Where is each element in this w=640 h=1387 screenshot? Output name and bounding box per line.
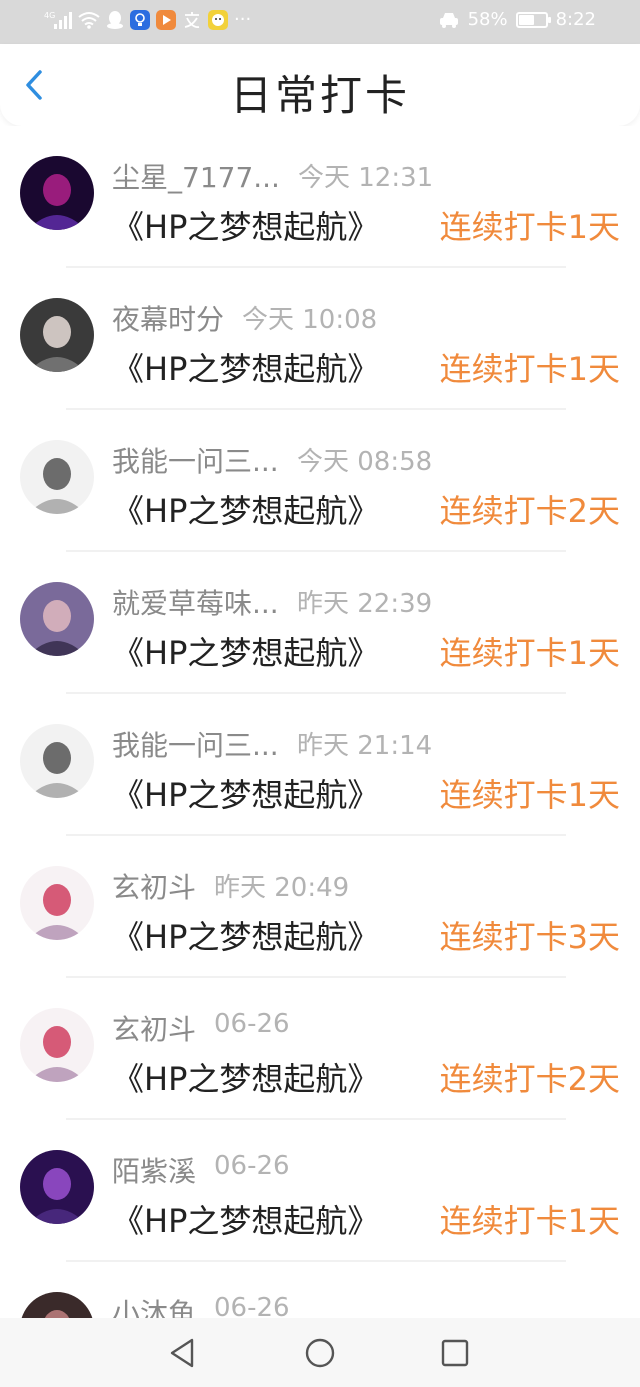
checkin-list[interactable]: 尘星_7177... 今天 12:31 《HP之梦想起航》 连续打卡1天 夜幕时分 今天 … xyxy=(0,126,640,1318)
checkin-row[interactable]: 我能一问三... 今天 08:58 《HP之梦想起航》 连续打卡2天 xyxy=(0,410,640,552)
streak-label: 连续打卡1天 xyxy=(439,776,620,814)
checkin-row[interactable]: 陌紫溪 06-26 《HP之梦想起航》 连续打卡1天 xyxy=(0,1120,640,1262)
qq-penguin-icon xyxy=(106,10,124,30)
checkin-time: 昨天 21:14 xyxy=(297,731,433,761)
wifi-icon xyxy=(78,11,100,29)
user-name[interactable]: 就爱草莓味... xyxy=(112,582,279,622)
book-title[interactable]: 《HP之梦想起航》 xyxy=(112,770,379,816)
streak-label: 连续打卡3天 xyxy=(439,918,620,956)
emoji-app-icon xyxy=(208,9,228,30)
app-notification-icon xyxy=(130,9,150,30)
system-nav-bar xyxy=(0,1318,640,1387)
checkin-row[interactable]: 夜幕时分 今天 10:08 《HP之梦想起航》 连续打卡1天 xyxy=(0,268,640,410)
checkin-row[interactable]: 玄初斗 昨天 20:49 《HP之梦想起航》 连续打卡3天 xyxy=(0,836,640,978)
user-name[interactable]: 玄初斗 xyxy=(112,866,196,906)
video-app-icon xyxy=(156,9,176,30)
book-title[interactable]: 《HP之梦想起航》 xyxy=(112,486,379,532)
checkin-time: 今天 12:31 xyxy=(298,163,434,193)
user-avatar[interactable] xyxy=(20,1150,94,1224)
streak-label: 连续打卡2天 xyxy=(439,492,620,530)
nav-back-button[interactable] xyxy=(166,1336,200,1370)
user-name[interactable]: 夜幕时分 xyxy=(112,298,224,338)
network-type: 4G xyxy=(44,11,55,20)
user-avatar[interactable] xyxy=(20,298,94,372)
book-title[interactable]: 《HP之梦想起航》 xyxy=(112,912,379,958)
status-bar: 4G ··· 58% 8:22 xyxy=(0,0,640,44)
user-avatar[interactable] xyxy=(20,1292,94,1318)
checkin-time: 今天 10:08 xyxy=(242,305,378,335)
user-name[interactable]: 尘星_7177... xyxy=(112,156,280,196)
streak-label: 连续打卡1天 xyxy=(439,208,620,246)
text-app-icon xyxy=(182,10,202,30)
streak-label: 连续打卡1天 xyxy=(439,1202,620,1240)
book-title[interactable]: 《HP之梦想起航》 xyxy=(112,344,379,390)
checkin-time: 今天 08:58 xyxy=(297,447,433,477)
nav-recents-icon xyxy=(441,1339,469,1367)
checkin-row[interactable]: 尘星_7177... 今天 12:31 《HP之梦想起航》 连续打卡1天 xyxy=(0,126,640,268)
streak-label: 连续打卡1天 xyxy=(439,634,620,672)
user-name[interactable]: 陌紫溪 xyxy=(112,1150,196,1190)
more-notifications-indicator: ··· xyxy=(234,9,252,30)
user-avatar[interactable] xyxy=(20,724,94,798)
checkin-row[interactable]: 就爱草莓味... 昨天 22:39 《HP之梦想起航》 连续打卡1天 xyxy=(0,552,640,694)
user-avatar[interactable] xyxy=(20,1008,94,1082)
signal-icon: 4G xyxy=(44,10,72,30)
nav-home-button[interactable] xyxy=(303,1336,337,1370)
clock: 8:22 xyxy=(555,9,596,30)
book-title[interactable]: 《HP之梦想起航》 xyxy=(112,202,379,248)
user-avatar[interactable] xyxy=(20,866,94,940)
status-right-icons: 58% 8:22 xyxy=(438,9,596,30)
checkin-row[interactable]: 小沐鱼 06-26 xyxy=(0,1262,640,1318)
status-left-icons: 4G ··· xyxy=(44,9,251,30)
book-title[interactable]: 《HP之梦想起航》 xyxy=(112,628,379,674)
page-title: 日常打卡 xyxy=(229,71,410,120)
battery-icon xyxy=(515,11,551,28)
book-title[interactable]: 《HP之梦想起航》 xyxy=(112,1196,379,1242)
checkin-time: 昨天 20:49 xyxy=(214,873,350,903)
checkin-row[interactable]: 玄初斗 06-26 《HP之梦想起航》 连续打卡2天 xyxy=(0,978,640,1120)
battery-percent: 58% xyxy=(467,9,508,30)
user-name[interactable]: 小沐鱼 xyxy=(112,1292,196,1318)
user-avatar[interactable] xyxy=(20,440,94,514)
user-name[interactable]: 我能一问三... xyxy=(112,440,279,480)
nav-back-icon xyxy=(170,1338,194,1368)
nav-recents-button[interactable] xyxy=(438,1336,472,1370)
user-avatar[interactable] xyxy=(20,156,94,230)
checkin-time: 06-26 xyxy=(214,1151,290,1181)
user-name[interactable]: 我能一问三... xyxy=(112,724,279,764)
nav-home-icon xyxy=(305,1338,335,1368)
user-avatar[interactable] xyxy=(20,582,94,656)
checkin-time: 06-26 xyxy=(214,1293,290,1318)
streak-label: 连续打卡2天 xyxy=(439,1060,620,1098)
book-title[interactable]: 《HP之梦想起航》 xyxy=(112,1054,379,1100)
car-mode-icon xyxy=(438,11,460,29)
checkin-time: 昨天 22:39 xyxy=(297,589,433,619)
checkin-row[interactable]: 我能一问三... 昨天 21:14 《HP之梦想起航》 连续打卡1天 xyxy=(0,694,640,836)
checkin-time: 06-26 xyxy=(214,1009,290,1039)
app-header: 日常打卡 xyxy=(0,44,640,126)
streak-label: 连续打卡1天 xyxy=(439,350,620,388)
user-name[interactable]: 玄初斗 xyxy=(112,1008,196,1048)
